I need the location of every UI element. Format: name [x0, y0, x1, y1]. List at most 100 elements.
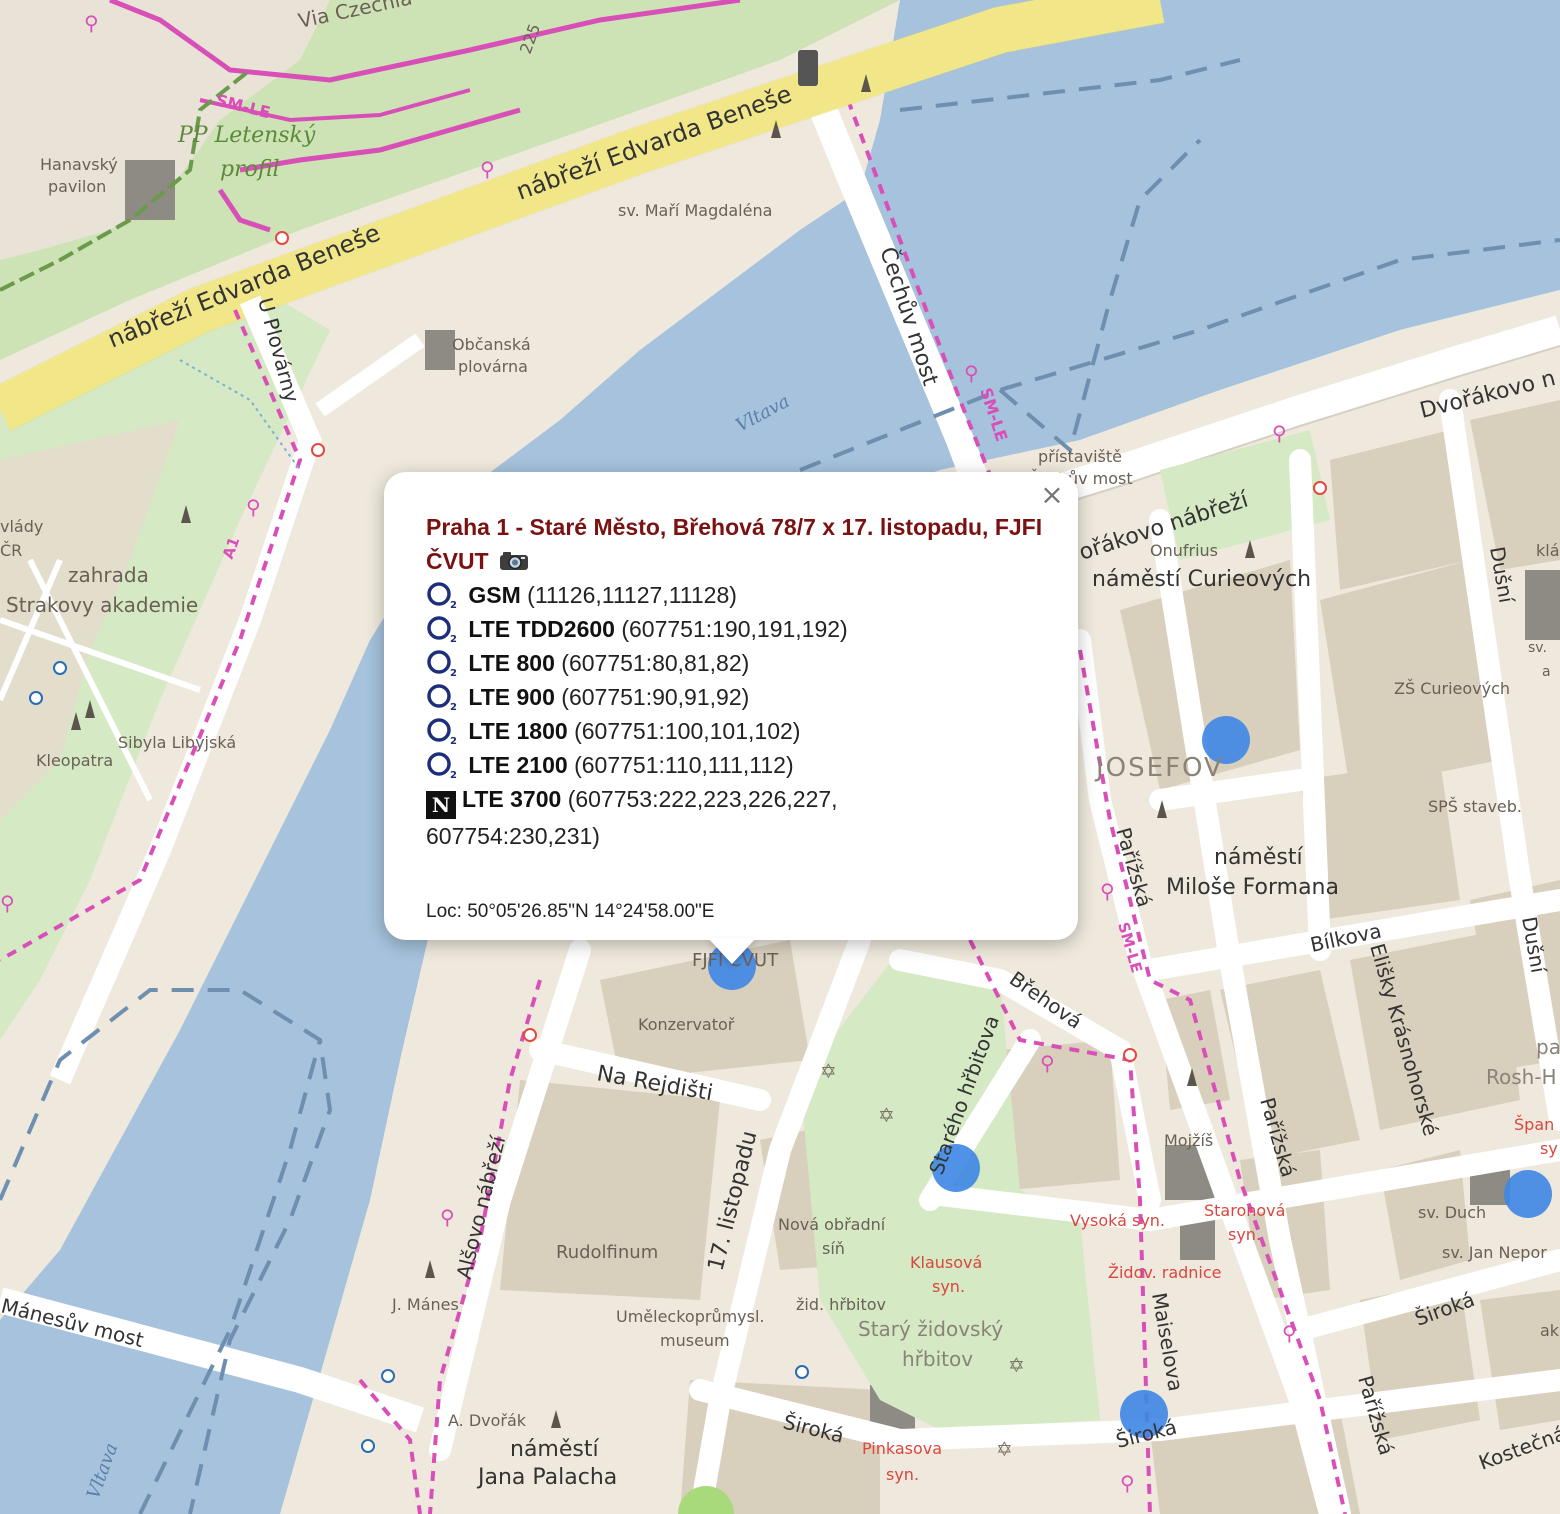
tech-row-lte-2100: 2 LTE 2100 (607751:110,111,112) [426, 748, 1048, 782]
label-sv-duch: sv. Duch [1418, 1203, 1486, 1222]
svg-text:2: 2 [450, 770, 457, 779]
label-span-1: Špan [1514, 1115, 1554, 1134]
tower-marker-sv-duch[interactable] [1504, 1170, 1552, 1218]
label-sibyla: Sibyla Libyjská [118, 733, 236, 752]
label-span-2: sy [1540, 1139, 1558, 1158]
label-onufrius: Onufrius [1150, 541, 1218, 560]
popup-tip [708, 938, 756, 964]
location-coordinates: Loc: 50°05'26.85"N 14°24'58.00"E [426, 901, 715, 922]
label-a-dvorak: A. Dvořák [448, 1411, 527, 1430]
label-umeleckoprumysl-1: Uměleckoprůmysl. [616, 1307, 765, 1326]
tech-name: LTE 800 [468, 650, 555, 676]
bike-icon: ⚲ [0, 891, 15, 915]
o2-logo-icon: 2 [427, 582, 457, 609]
label-obcanska-1: Občanská [452, 335, 531, 354]
o2-logo-icon: 2 [427, 650, 457, 677]
cell-ids: (607751:80,81,82) [561, 650, 750, 676]
label-sps: SPŠ staveb. [1428, 797, 1522, 816]
tech-row-lte-800: 2 LTE 800 (607751:80,81,82) [426, 646, 1048, 680]
star-of-david-icon: ✡ [996, 1437, 1013, 1461]
svg-text:2: 2 [450, 702, 457, 711]
label-pinkasova-2: syn. [886, 1465, 919, 1484]
label-nam-formana-1: náměstí [1214, 845, 1303, 870]
cell-ids: (607751:90,91,92) [561, 684, 750, 710]
o2-logo-icon: 2 [427, 616, 457, 643]
label-staronova-1: Staronová [1204, 1201, 1285, 1220]
label-pinkasova-1: Pinkasova [862, 1439, 942, 1458]
label-nam-curie: náměstí Curieových [1092, 567, 1311, 592]
label-zahrada-1: zahrada [68, 563, 149, 587]
tech-name: LTE TDD2600 [468, 616, 615, 642]
label-rudolfinum: Rudolfinum [556, 1242, 658, 1263]
label-j-manes: J. Mánes [391, 1295, 459, 1314]
tower-info-popup: × Praha 1 - Staré Město, Břehová 78/7 x … [384, 472, 1078, 940]
label-klausova-1: Klausová [910, 1253, 982, 1272]
label-nova-obradni-1: Nová obřadní [778, 1215, 886, 1234]
label-cr: ČR [0, 541, 22, 560]
label-josefov: JOSEFOV [1094, 753, 1224, 783]
label-profil: profil [220, 157, 280, 182]
tech-row-lte-900: 2 LTE 900 (607751:90,91,92) [426, 680, 1048, 714]
label-pa: pa [1536, 1035, 1560, 1059]
label-hanavsky-2: pavilon [48, 177, 106, 196]
label-klausova-2: syn. [932, 1277, 965, 1296]
tech-name: LTE 3700 [462, 786, 562, 812]
label-a-b: a [1542, 664, 1551, 680]
bike-icon: ⚲ [84, 11, 99, 35]
label-sv-jan: sv. Jan Nepor [1442, 1243, 1547, 1262]
svg-text:2: 2 [450, 736, 457, 745]
cell-ids: (11126,11127,11128) [527, 582, 737, 608]
o2-logo-icon: 2 [427, 752, 457, 779]
tech-row-lte-1800: 2 LTE 1800 (607751:100,101,102) [426, 714, 1048, 748]
label-vlady: vlády [0, 517, 43, 536]
tech-name: LTE 900 [468, 684, 555, 710]
tech-row-gsm: 2 GSM (11126,11127,11128) [426, 578, 1048, 612]
bike-icon: ⚲ [964, 361, 979, 385]
bike-icon: ⚲ [440, 1205, 455, 1229]
label-zid-radnice: Židov. radnice [1108, 1263, 1222, 1282]
label-nova-obradni-2: síň [822, 1239, 845, 1258]
label-kla: klá [1536, 541, 1560, 560]
star-of-david-icon: ✡ [878, 1103, 895, 1127]
bike-icon: ⚲ [1040, 1051, 1055, 1075]
label-umeleckoprumysl-2: museum [660, 1331, 730, 1350]
cell-ids: (607751:190,191,192) [621, 616, 848, 642]
cell-ids: (607751:100,101,102) [574, 718, 801, 744]
label-nam-formana-2: Miloše Formana [1166, 875, 1339, 900]
label-hanavsky-1: Hanavský [40, 155, 118, 174]
label-nam-palacha-1: náměstí [510, 1437, 599, 1462]
label-stary-zid-2: hřbitov [902, 1347, 973, 1371]
bike-icon: ⚲ [1100, 879, 1115, 903]
technology-list: 2 GSM (11126,11127,11128) 2 LTE TDD2600 … [426, 578, 1048, 853]
label-rosh: Rosh-H [1486, 1065, 1557, 1089]
cell-ids: (607751:110,111,112) [574, 752, 794, 778]
label-zs-curie: ZŠ Curieových [1394, 679, 1510, 698]
bike-icon: ⚲ [480, 157, 495, 181]
tech-row-lte-tdd2600: 2 LTE TDD2600 (607751:190,191,192) [426, 612, 1048, 646]
label-staronova-2: syn. [1228, 1225, 1261, 1244]
label-obcanska-2: plovárna [458, 357, 528, 376]
label-nam-palacha-2: Jana Palacha [476, 1465, 617, 1490]
camera-icon[interactable] [499, 551, 529, 571]
label-pristaviste-1: přístaviště [1038, 447, 1122, 466]
label-zahrada-2: Strakovy akademie [6, 593, 198, 617]
traffic-light-icon [798, 50, 818, 86]
label-kleopatra: Kleopatra [36, 751, 113, 770]
svg-text:2: 2 [450, 600, 457, 609]
label-pp-letensky: PP Letenský [177, 123, 316, 148]
label-zid-hrbitov: žid. hřbitov [796, 1295, 886, 1314]
close-icon[interactable]: × [1040, 481, 1064, 509]
tech-row-lte-3700-cont: 607754:230,231) [426, 819, 1048, 853]
bike-icon: ⚲ [1282, 1321, 1297, 1345]
nordic-telecom-logo-icon: N [426, 791, 456, 819]
label-sv-a: sv. [1528, 640, 1547, 656]
popup-title: Praha 1 - Staré Město, Břehová 78/7 x 17… [426, 510, 1048, 578]
label-sv-mari: sv. Maří Magdaléna [618, 201, 772, 220]
o2-logo-icon: 2 [427, 684, 457, 711]
o2-logo-icon: 2 [427, 718, 457, 745]
svg-text:2: 2 [450, 634, 457, 643]
bike-icon: ⚲ [1272, 421, 1287, 445]
label-stary-zid-1: Starý židovský [858, 1317, 1003, 1341]
bike-icon: ⚲ [1120, 1471, 1135, 1495]
star-of-david-icon: ✡ [1008, 1353, 1025, 1377]
